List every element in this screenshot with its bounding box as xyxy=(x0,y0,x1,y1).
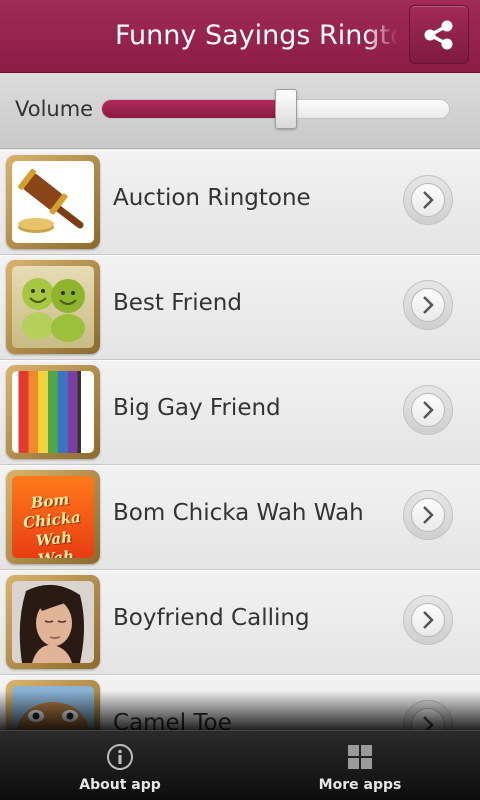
volume-slider-thumb[interactable] xyxy=(274,89,297,129)
share-icon xyxy=(424,20,453,49)
info-icon xyxy=(107,744,133,770)
item-label: Bom Chicka Wah Wah xyxy=(113,500,364,526)
bored-woman-image xyxy=(12,581,94,663)
play-button[interactable] xyxy=(403,490,453,540)
chevron-right-icon xyxy=(423,611,434,629)
app-header: Funny Sayings Ringtones xyxy=(0,0,480,73)
play-button[interactable] xyxy=(403,700,453,730)
item-label: Boyfriend Calling xyxy=(113,605,310,631)
chevron-right-icon xyxy=(423,191,434,209)
volume-slider[interactable] xyxy=(101,89,450,129)
thumbnail-frame xyxy=(6,155,100,249)
ringtone-list: Auction Ringtone Best Friend Big Gay Fri… xyxy=(0,150,480,730)
list-item[interactable]: Best Friend xyxy=(0,255,480,360)
list-item[interactable]: Bom Chicka Wah Wah Bom Chicka Wah Wah xyxy=(0,465,480,570)
list-item[interactable]: Boyfriend Calling xyxy=(0,570,480,675)
play-button[interactable] xyxy=(403,595,453,645)
grid-icon xyxy=(348,745,372,769)
volume-label: Volume xyxy=(15,97,94,121)
about-app-label: About app xyxy=(79,777,161,793)
item-label: Camel Toe xyxy=(113,710,232,730)
thumbnail-frame xyxy=(6,575,100,669)
chevron-right-icon xyxy=(423,716,434,730)
more-apps-label: More apps xyxy=(318,777,402,793)
camel-image xyxy=(12,686,94,730)
volume-slider-fill xyxy=(102,100,286,118)
item-label: Best Friend xyxy=(113,290,242,316)
chevron-right-icon xyxy=(423,401,434,419)
rainbow-stripes-image xyxy=(12,371,94,453)
app-title: Funny Sayings Ringtones xyxy=(115,20,398,51)
bom-chicka-logo-text: Bom Chicka Wah Wah xyxy=(22,490,82,558)
play-button[interactable] xyxy=(403,385,453,435)
item-label: Auction Ringtone xyxy=(113,185,311,211)
thumbnail-frame xyxy=(6,260,100,354)
volume-bar: Volume xyxy=(0,73,480,149)
bom-chicka-logo-image: Bom Chicka Wah Wah xyxy=(12,476,94,558)
chevron-right-icon xyxy=(423,506,434,524)
thumbnail-frame: Bom Chicka Wah Wah xyxy=(6,470,100,564)
thumbnail-frame xyxy=(6,680,100,730)
more-apps-button[interactable]: More apps xyxy=(240,731,480,800)
list-item[interactable]: Auction Ringtone xyxy=(0,150,480,255)
play-button[interactable] xyxy=(403,175,453,225)
about-app-button[interactable]: About app xyxy=(0,731,240,800)
green-figures-image xyxy=(12,266,94,348)
item-label: Big Gay Friend xyxy=(113,395,281,421)
play-button[interactable] xyxy=(403,280,453,330)
thumbnail-frame xyxy=(6,365,100,459)
share-button[interactable] xyxy=(409,5,469,64)
gavel-image xyxy=(12,161,94,243)
chevron-right-icon xyxy=(423,296,434,314)
bottom-bar: About app More apps xyxy=(0,730,480,800)
list-item[interactable]: Camel Toe xyxy=(0,675,480,730)
list-item[interactable]: Big Gay Friend xyxy=(0,360,480,465)
